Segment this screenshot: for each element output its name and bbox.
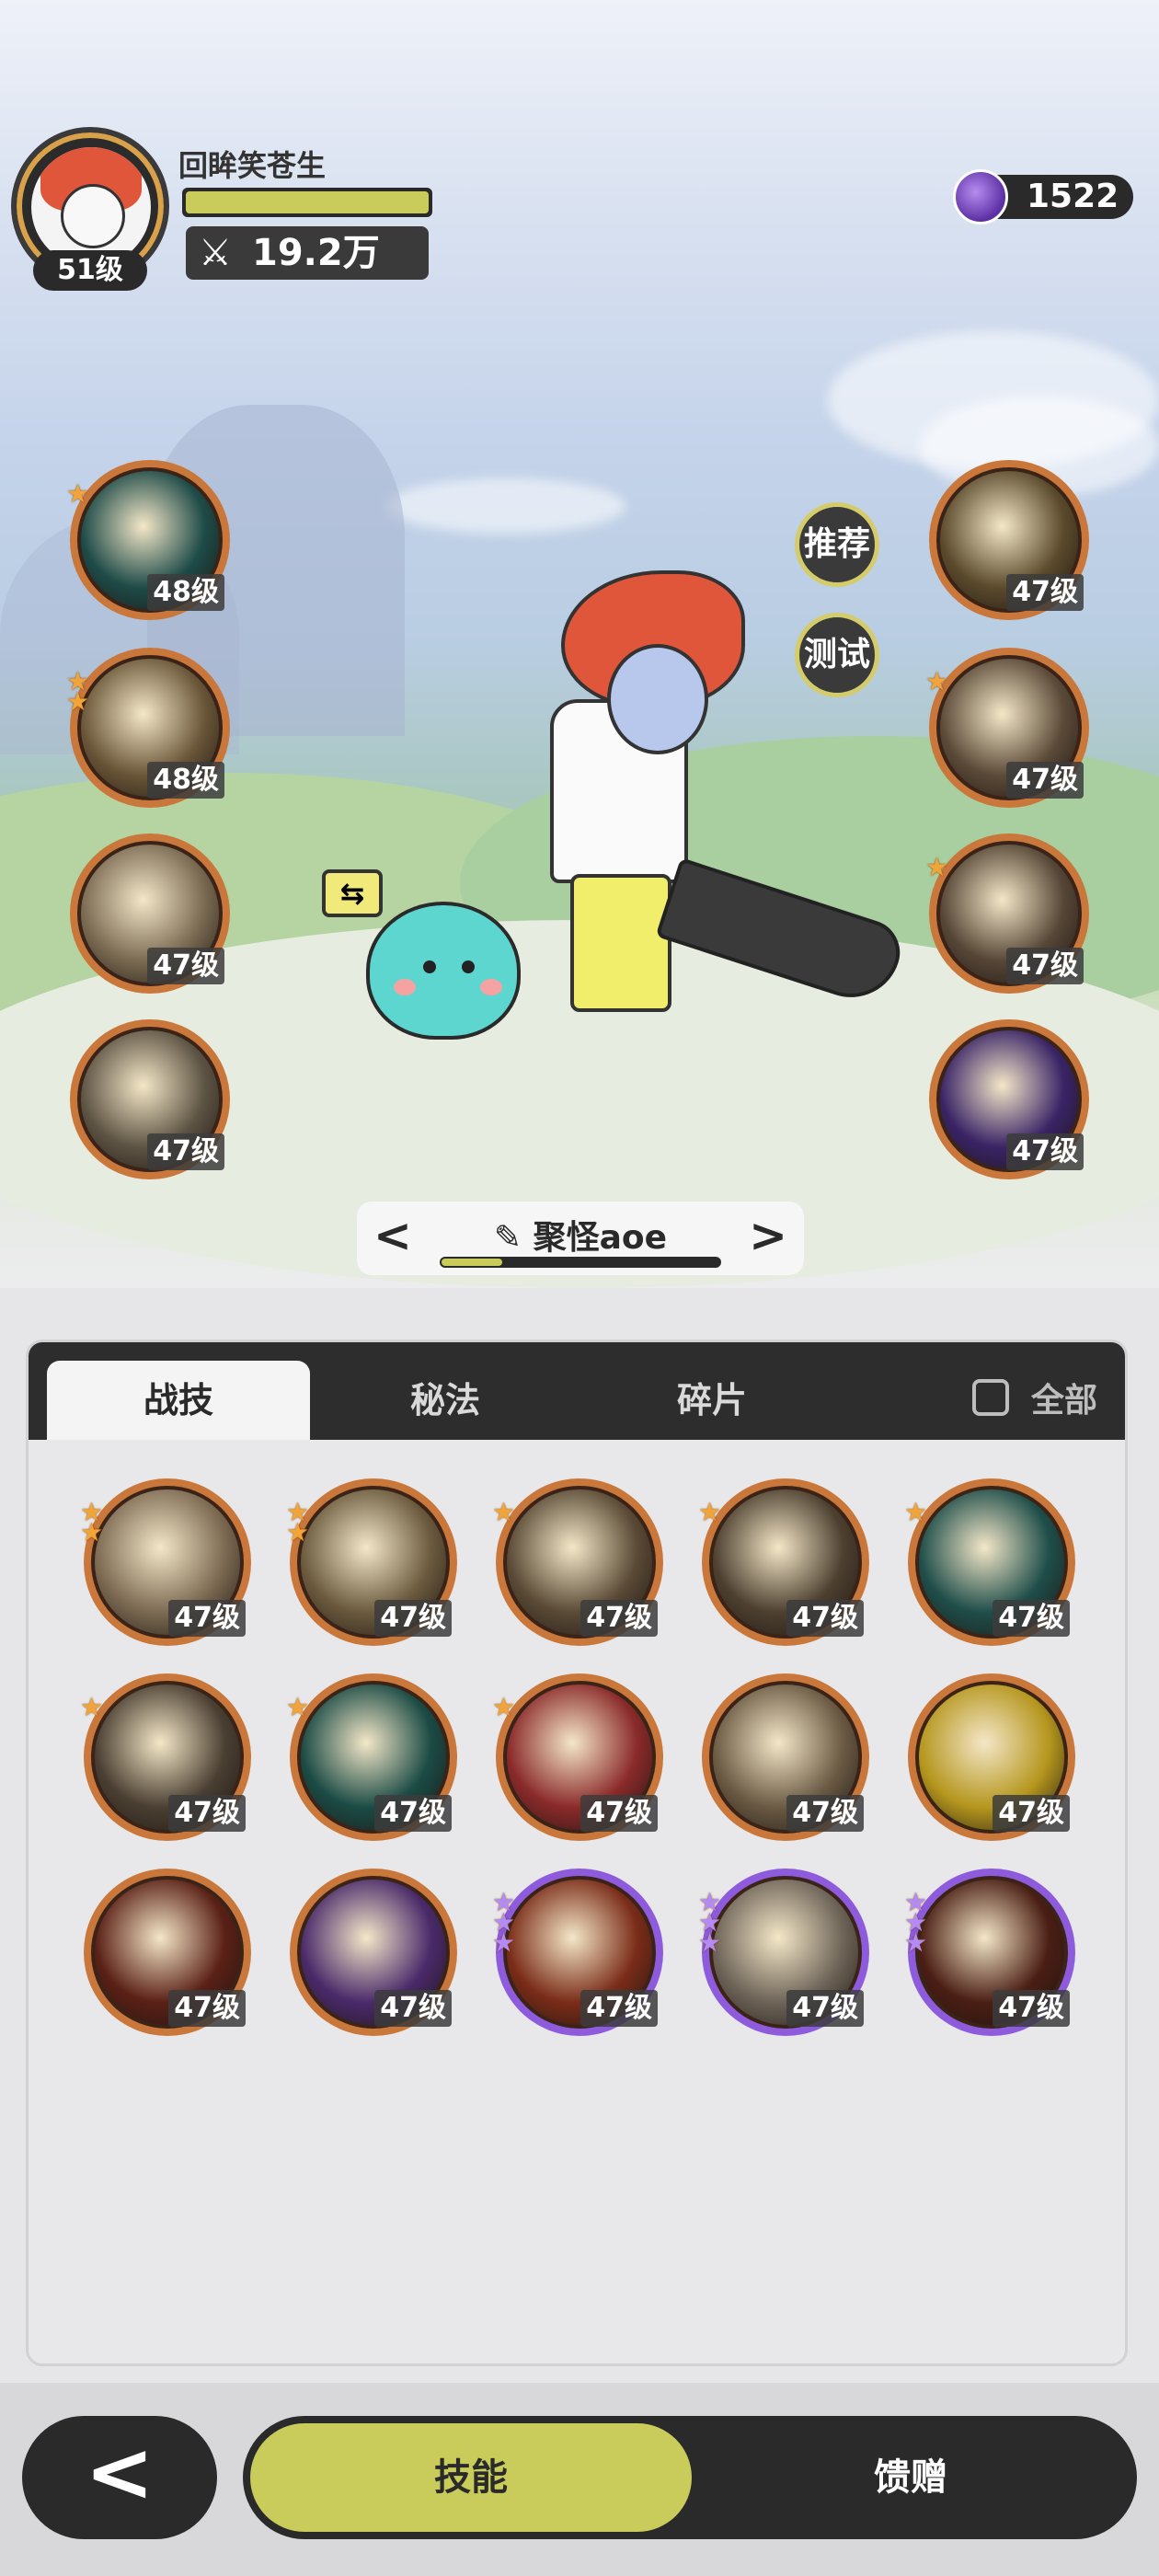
inventory-skill-slot[interactable]: 47级 — [702, 1673, 869, 1841]
back-button[interactable]: < — [22, 2416, 217, 2539]
equipped_left-skill-slot[interactable]: 48级 ★ — [66, 460, 230, 620]
skill-level: 47级 — [1006, 762, 1084, 799]
skill-level: 47级 — [580, 1600, 658, 1637]
purple-gem-icon — [953, 169, 1008, 224]
inventory-skill-slot[interactable]: 47级 ★ ★ — [80, 1478, 251, 1646]
star-icon: ★ — [904, 1927, 928, 1958]
skill-level: 47级 — [993, 1990, 1070, 2027]
skill-level: 47级 — [786, 1795, 864, 1832]
combat-power-value: 19.2万 — [252, 232, 380, 274]
star-icon: ★ — [492, 1497, 516, 1527]
preset-name-text: 聚怪aoe — [533, 1219, 668, 1257]
star-icon: ★ — [925, 852, 949, 882]
skill-level: 48级 — [147, 574, 224, 611]
star-icon: ★ — [286, 1692, 310, 1722]
equipped_left-skill-slot[interactable]: 47级 — [70, 1019, 230, 1179]
skill-level: 47级 — [168, 1990, 246, 2027]
tab-combat-skills[interactable]: 战技 — [47, 1361, 310, 1440]
star-icon: ★ — [904, 1497, 928, 1527]
equipped_left-skill-slot[interactable]: 47级 — [70, 834, 230, 994]
crossed-swords-icon: ⚔ — [199, 232, 232, 274]
character-head — [607, 644, 708, 754]
skill-level: 47级 — [374, 1600, 452, 1637]
inventory-skill-slot[interactable]: 47级 ★ — [80, 1673, 251, 1841]
skill-level: 47级 — [993, 1600, 1070, 1637]
character-legs — [570, 874, 671, 1012]
skill-level: 47级 — [147, 1133, 224, 1170]
skill-level: 47级 — [1006, 948, 1084, 984]
recommend-button[interactable]: 推荐 — [795, 502, 879, 587]
show-all-checkbox[interactable] — [972, 1379, 1009, 1416]
inventory-skill-slot[interactable]: 47级 ★ ★ — [286, 1478, 457, 1646]
preset-progress-bar — [440, 1257, 721, 1268]
skill-level: 47级 — [168, 1600, 246, 1637]
skill-inventory-panel: 战技 秘法 碎片 全部 47级 ★ ★ 47级 ★ ★ 47级 ★ 47级 ★ 47级 ★ 47级 ★ 47… — [26, 1340, 1128, 2366]
skill-level: 47级 — [168, 1795, 246, 1832]
equipped_right-skill-slot[interactable]: 47级 — [929, 460, 1089, 620]
swap-pet-icon[interactable]: ⇆ — [322, 869, 383, 917]
skill-level: 47级 — [580, 1795, 658, 1832]
skill-level: 47级 — [1006, 574, 1084, 611]
inventory-skill-slot[interactable]: 47级 ★ — [698, 1478, 869, 1646]
show-all-label: 全部 — [1031, 1382, 1098, 1420]
star-icon: ★ — [66, 686, 90, 717]
star-icon: ★ — [80, 1692, 104, 1722]
star-icon: ★ — [698, 1927, 722, 1958]
skill-level: 47级 — [786, 1600, 864, 1637]
inventory-skill-slot[interactable]: 47级 ★ ★ ★ — [904, 1869, 1075, 2036]
equipped_right-skill-slot[interactable]: 47级 ★ — [925, 648, 1089, 808]
inventory-skill-slot[interactable]: 47级 ★ — [286, 1673, 457, 1841]
skill-level: 47级 — [374, 1990, 452, 2027]
combat-power: ⚔ 19.2万 — [186, 226, 429, 280]
inventory-skill-slot[interactable]: 47级 — [290, 1869, 457, 2036]
tab-fragments[interactable]: 碎片 — [580, 1361, 843, 1440]
nav-skills-tab[interactable]: 技能 — [250, 2423, 692, 2532]
preset-name[interactable]: ✎ 聚怪aoe — [357, 1211, 804, 1259]
preset-next-button[interactable]: > — [749, 1209, 787, 1262]
star-icon: ★ — [698, 1497, 722, 1527]
equipped_right-skill-slot[interactable]: 47级 — [929, 1019, 1089, 1179]
star-icon: ★ — [66, 478, 90, 509]
equipped_right-skill-slot[interactable]: 47级 ★ — [925, 834, 1089, 994]
pet-bird[interactable] — [366, 902, 521, 1040]
star-icon: ★ — [492, 1692, 516, 1722]
avatar[interactable] — [31, 147, 151, 267]
preset-progress-fill — [442, 1259, 503, 1266]
star-icon: ★ — [925, 666, 949, 696]
skill-level: 47级 — [147, 948, 224, 984]
skill-level: 47级 — [374, 1795, 452, 1832]
nav-gift-tab[interactable]: 馈赠 — [692, 2423, 1130, 2532]
equipped_left-skill-slot[interactable]: 48级 ★ ★ — [66, 648, 230, 808]
star-icon: ★ — [286, 1517, 310, 1547]
star-icon: ★ — [80, 1517, 104, 1547]
inventory-skill-slot[interactable]: 47级 ★ — [492, 1673, 663, 1841]
skill-preset-selector: < ✎ 聚怪aoe > — [357, 1202, 804, 1275]
star-icon: ★ — [492, 1927, 516, 1958]
tab-bar: 战技 秘法 碎片 全部 — [29, 1342, 1125, 1440]
inventory-skill-slot[interactable]: 47级 — [908, 1673, 1075, 1841]
skill-level: 48级 — [147, 762, 224, 799]
tab-arcane[interactable]: 秘法 — [314, 1361, 577, 1440]
inventory-skill-slot[interactable]: 47级 — [84, 1869, 251, 2036]
skill-level: 47级 — [993, 1795, 1070, 1832]
exp-bar — [182, 188, 432, 217]
skill-level: 47级 — [786, 1990, 864, 2027]
inventory-skill-slot[interactable]: 47级 ★ — [904, 1478, 1075, 1646]
currency-amount: 1522 — [1027, 178, 1119, 215]
skill-level: 47级 — [580, 1990, 658, 2027]
inventory-skill-slot[interactable]: 47级 ★ ★ ★ — [698, 1869, 869, 2036]
skill-level: 47级 — [1006, 1133, 1084, 1170]
exp-bar-fill — [186, 191, 429, 213]
inventory-skill-slot[interactable]: 47级 ★ ★ ★ — [492, 1869, 663, 2036]
test-button[interactable]: 测试 — [795, 613, 879, 697]
player-level: 51级 — [33, 250, 147, 291]
inventory-skill-slot[interactable]: 47级 ★ — [492, 1478, 663, 1646]
player-name: 回眸笑苍生 — [178, 148, 327, 183]
